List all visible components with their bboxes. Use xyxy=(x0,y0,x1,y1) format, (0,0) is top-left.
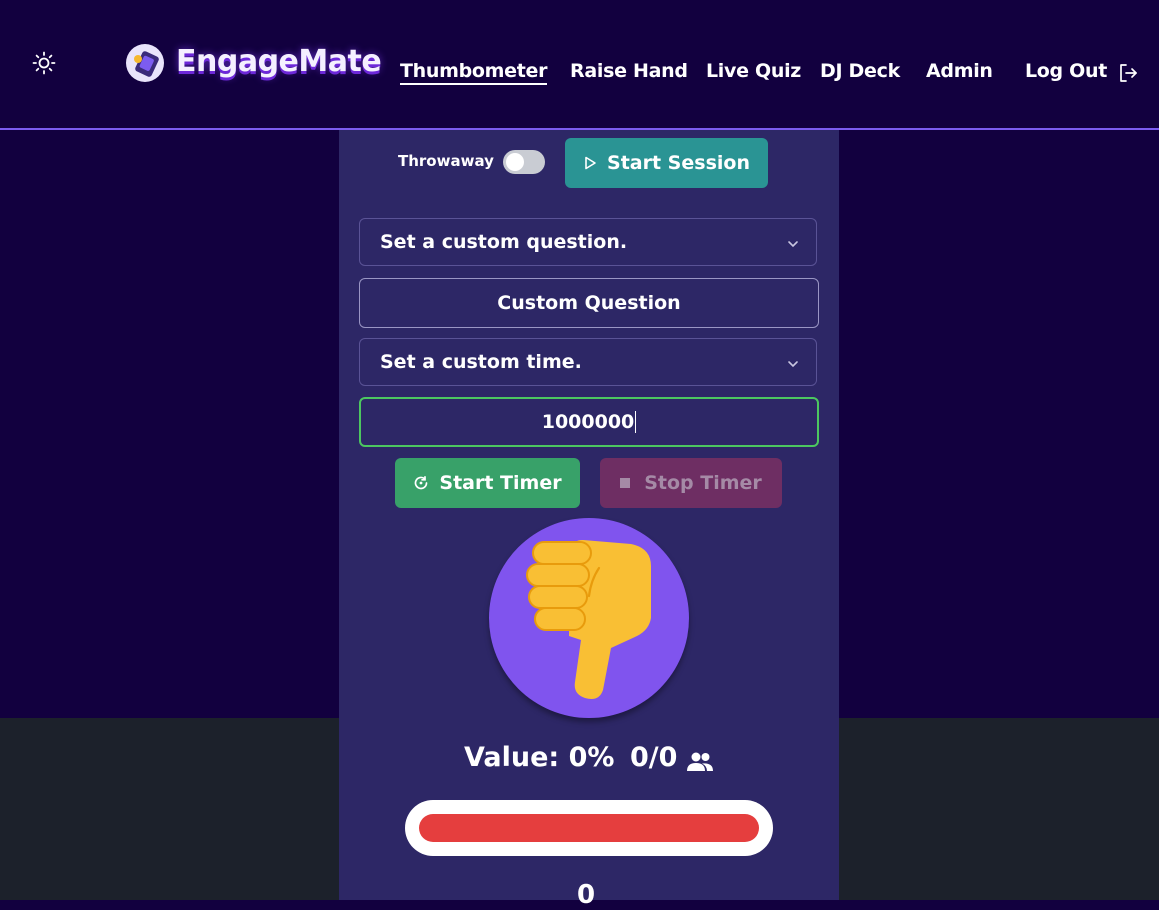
logout-icon[interactable] xyxy=(1118,63,1138,83)
meter-bar-fill xyxy=(419,814,759,842)
people-icon xyxy=(687,752,713,771)
top-navbar: EngageMate Thumbometer Raise Hand Live Q… xyxy=(0,0,1159,130)
nav-raise-hand[interactable]: Raise Hand xyxy=(570,60,688,82)
logout-link[interactable]: Log Out xyxy=(1025,60,1107,82)
stop-icon xyxy=(620,478,631,488)
value-percentage: Value: 0% xyxy=(464,742,615,773)
time-select[interactable]: Set a custom time. xyxy=(359,338,817,386)
throwaway-toggle[interactable] xyxy=(503,150,545,174)
meter-bar xyxy=(405,800,773,856)
thumb-indicator xyxy=(489,518,689,718)
start-timer-label: Start Timer xyxy=(439,472,562,494)
restart-icon xyxy=(415,475,428,490)
throwaway-label: Throwaway xyxy=(398,152,494,170)
chevron-down-icon xyxy=(788,241,798,248)
nav-live-quiz[interactable]: Live Quiz xyxy=(706,60,801,82)
nav-admin[interactable]: Admin xyxy=(926,60,993,82)
stop-timer-label: Stop Timer xyxy=(644,472,762,494)
custom-question-value: Custom Question xyxy=(497,292,681,314)
start-session-label: Start Session xyxy=(607,152,750,174)
custom-question-field[interactable]: Custom Question xyxy=(359,278,819,328)
nav-thumbometer[interactable]: Thumbometer xyxy=(400,60,548,85)
stop-timer-button[interactable]: Stop Timer xyxy=(600,458,782,508)
brand-name[interactable]: EngageMate xyxy=(176,44,382,79)
custom-time-value: 1000000 xyxy=(541,411,635,433)
text-caret xyxy=(635,411,637,433)
play-icon xyxy=(585,156,596,170)
thumbs-down-icon xyxy=(526,540,651,699)
toggle-knob xyxy=(506,153,524,171)
nav-dj-deck[interactable]: DJ Deck xyxy=(820,60,900,82)
brand-logo-icon[interactable] xyxy=(124,43,166,83)
start-timer-button[interactable]: Start Timer xyxy=(395,458,580,508)
time-select-label: Set a custom time. xyxy=(380,351,582,373)
participant-count: 0/0 xyxy=(630,742,678,773)
start-session-button[interactable]: Start Session xyxy=(565,138,768,188)
chevron-down-icon xyxy=(788,361,798,368)
question-select-label: Set a custom question. xyxy=(380,231,628,253)
custom-time-input[interactable]: 1000000 xyxy=(359,397,819,447)
vote-total: 0 xyxy=(577,880,596,910)
sun-icon[interactable] xyxy=(32,51,56,75)
question-select[interactable]: Set a custom question. xyxy=(359,218,817,266)
